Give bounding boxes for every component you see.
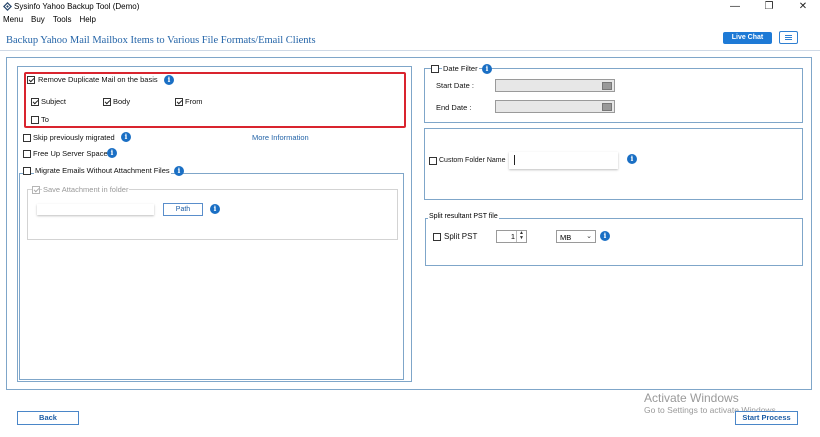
menu-item-buy[interactable]: Buy [31,14,45,26]
minimize-icon[interactable]: — [718,0,752,14]
highlight-box [24,72,406,128]
live-chat-button[interactable]: Live Chat [723,32,772,44]
close-icon[interactable]: ✕ [786,0,820,14]
skip-migrated-info-icon[interactable]: i [121,132,131,142]
header-separator [0,50,820,51]
custom-folder-info-icon[interactable]: i [627,154,637,164]
activate-windows-watermark: Activate Windows [644,391,739,405]
split-pst-checkbox[interactable] [433,233,441,241]
date-filter-label: Date Filter [442,64,479,73]
save-attachment-checkbox[interactable] [32,186,40,194]
split-pst-label: Split PST [444,232,478,241]
menu-bar: Menu Buy Tools Help [0,14,96,26]
custom-folder-label: Custom Folder Name [439,157,506,164]
free-up-space-label: Free Up Server Space [33,149,108,158]
menu-item-menu[interactable]: Menu [3,14,23,26]
hamburger-menu-button[interactable] [779,31,798,44]
start-date-label: Start Date : [436,81,474,90]
stepper-arrows-icon[interactable]: ▲ ▼ [516,231,526,242]
date-filter-panel [424,68,803,123]
calendar-icon[interactable] [602,103,612,111]
migrate-without-attachments-label: Migrate Emails Without Attachment Files [34,166,171,175]
title-bar: Sysinfo Yahoo Backup Tool (Demo) — ❐ ✕ [0,0,820,14]
page-title: Backup Yahoo Mail Mailbox Items to Vario… [6,35,316,46]
date-filter-info-icon[interactable]: i [482,64,492,74]
split-unit-value: MB [560,233,572,242]
custom-folder-checkbox[interactable] [429,157,437,165]
skip-migrated-checkbox[interactable] [23,134,31,142]
calendar-icon[interactable] [602,82,612,90]
split-size-value: 1 [510,232,515,241]
menu-item-tools[interactable]: Tools [53,14,72,26]
restore-icon[interactable]: ❐ [752,0,786,14]
split-unit-select[interactable]: MB ⌄ [556,230,596,243]
free-up-space-info-icon[interactable]: i [107,148,117,158]
split-size-stepper[interactable]: 1 ▲ ▼ [496,230,527,243]
path-info-icon[interactable]: i [210,204,220,214]
save-attachment-label: Save Attachment in folder [42,185,130,194]
window-title: Sysinfo Yahoo Backup Tool (Demo) [14,2,140,11]
split-pst-panel [425,218,803,266]
split-pst-info-icon[interactable]: i [600,231,610,241]
migrate-without-attachments-info-icon[interactable]: i [174,166,184,176]
free-up-space-checkbox[interactable] [23,150,31,158]
path-button[interactable]: Path [163,203,203,216]
text-cursor [514,155,515,165]
chevron-down-icon: ⌄ [586,233,592,240]
attachment-path-input[interactable] [37,204,154,215]
end-date-label: End Date : [436,103,472,112]
app-logo-icon [3,2,12,11]
more-information-link[interactable]: More Information [252,133,309,142]
back-button[interactable]: Back [17,411,79,425]
split-pst-group-title: Split resultant PST file [428,213,499,220]
start-process-button[interactable]: Start Process [735,411,798,425]
end-date-picker[interactable] [495,100,615,113]
date-filter-checkbox[interactable] [431,65,439,73]
migrate-without-attachments-checkbox[interactable] [23,167,31,175]
start-date-picker[interactable] [495,79,615,92]
menu-item-help[interactable]: Help [80,14,96,26]
custom-folder-input[interactable] [509,152,618,169]
skip-migrated-label: Skip previously migrated [33,133,115,142]
